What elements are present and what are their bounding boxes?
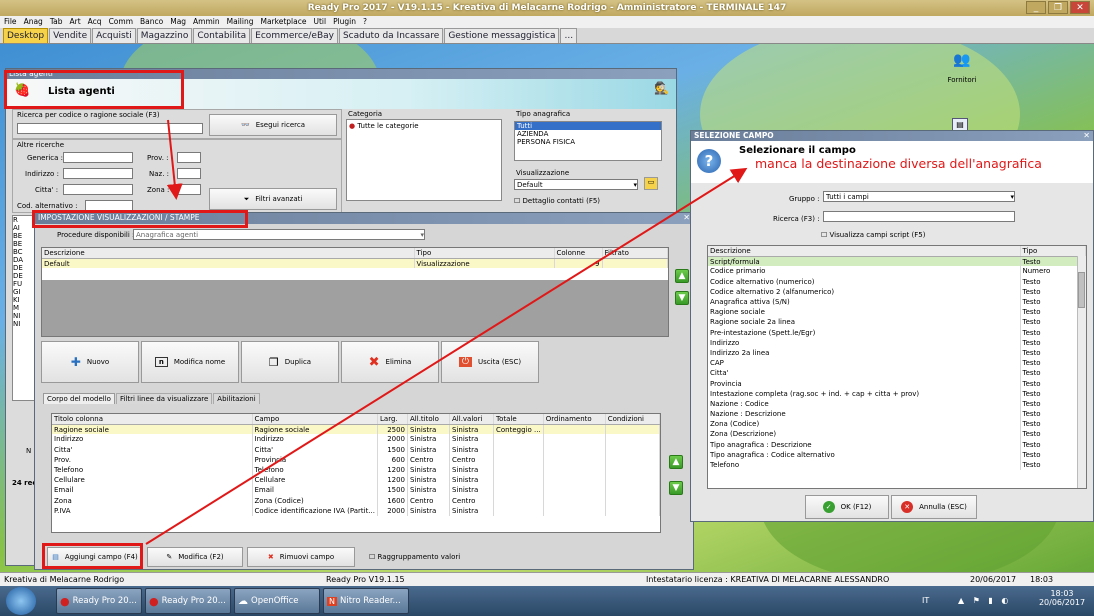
status-company: Kreativa di Melacarne Rodrigo [4,575,125,584]
task-readypro-2[interactable]: ● Ready Pro 20... [145,588,231,614]
status-bar: Kreativa di Melacarne Rodrigo Ready Pro … [0,572,1094,586]
strawberry-icon: ● [149,594,159,608]
clock-time: 18:03 [1050,589,1074,598]
openoffice-icon: ☁ [238,595,248,607]
clock-date: 20/06/2017 [1038,598,1086,607]
status-version: Ready Pro V19.1.15 [326,575,405,584]
strawberry-icon: ● [60,594,70,608]
nitro-icon: N [327,596,337,606]
taskbar-clock[interactable]: 18:03 20/06/2017 [1034,589,1090,607]
status-license: Intestatario licenza : KREATIVA DI MELAC… [646,575,890,584]
status-date: 20/06/2017 [970,575,1017,584]
taskbar: ● Ready Pro 20... ● Ready Pro 20... ☁ OpenO… [0,586,1094,616]
task-nitro-reader[interactable]: N Nitro Reader... [323,588,409,614]
status-time: 18:03 [1030,575,1054,584]
arrow-to-selezione [145,167,748,545]
task-readypro-1[interactable]: ● Ready Pro 20... [56,588,142,614]
language-indicator[interactable]: IT [922,596,929,605]
annotation-arrows [145,119,748,545]
arrow-to-impostazione [166,119,183,200]
start-button-icon[interactable] [6,587,36,615]
task-openoffice[interactable]: ☁ OpenOffice [234,588,320,614]
tray-icons[interactable]: ▲ ⚑ ▮ ◐ [958,596,1011,605]
